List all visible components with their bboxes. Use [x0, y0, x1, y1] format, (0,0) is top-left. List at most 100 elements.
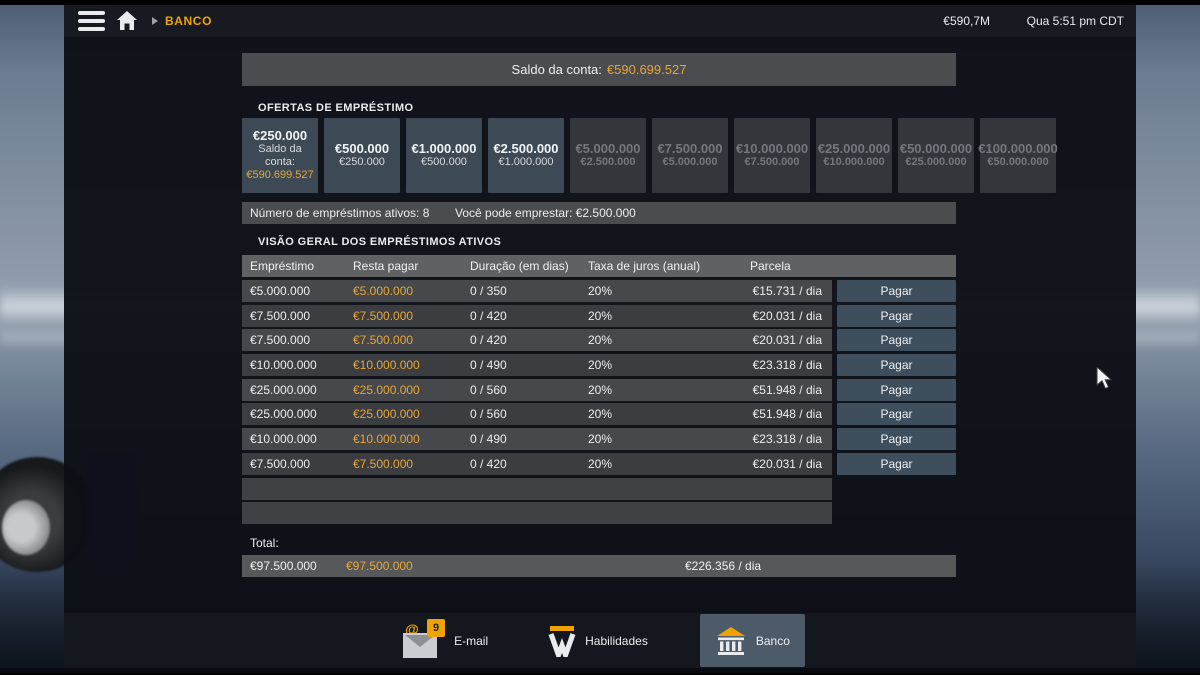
tile-loan-amount: €2.500.000 [493, 142, 558, 156]
loan-interest: 20% [588, 457, 612, 471]
home-icon[interactable] [116, 10, 138, 31]
loan-offer-tile: €100.000.000€50.000.000 [980, 118, 1056, 193]
loan-offer-tile[interactable]: €1.000.000€500.000 [406, 118, 482, 193]
loan-row: €25.000.000€25.000.0000 / 56020%€51.948 … [242, 379, 956, 401]
truck-wheel-hub [2, 500, 50, 555]
email-unread-badge: 9 [427, 619, 445, 637]
loan-offers-title: OFERTAS DE EMPRÉSTIMO [258, 102, 413, 114]
dock-item-bank[interactable]: Banco [700, 614, 805, 667]
loan-installment: €20.031 / dia [753, 457, 822, 471]
loan-remaining: €5.000.000 [353, 284, 413, 298]
loan-duration: 0 / 560 [470, 407, 507, 421]
pay-button[interactable]: Pagar [837, 403, 956, 425]
loan-row: €7.500.000€7.500.0000 / 42020%€20.031 / … [242, 305, 956, 327]
loan-row: €7.500.000€7.500.0000 / 42020%€20.031 / … [242, 329, 956, 351]
loan-interest: 20% [588, 284, 612, 298]
email-label: E-mail [454, 634, 488, 648]
pay-button[interactable]: Pagar [837, 280, 956, 302]
breadcrumb: BANCO [165, 14, 212, 28]
loan-installment: €51.948 / dia [753, 383, 822, 397]
mouse-cursor [1096, 367, 1118, 396]
loan-amount: €7.500.000 [250, 309, 310, 323]
loan-remaining: €7.500.000 [353, 457, 413, 471]
account-balance-value: €590.699.527 [607, 62, 687, 77]
pay-button[interactable]: Pagar [837, 305, 956, 327]
tile-down-payment: €2.500.000 [580, 156, 635, 169]
col-loan: Empréstimo [250, 259, 314, 273]
active-loans-title: VISÃO GERAL DOS EMPRÉSTIMOS ATIVOS [258, 236, 501, 248]
dock-item-skills[interactable]: Habilidades [540, 614, 656, 667]
account-balance-label: Saldo da conta: [512, 62, 602, 77]
tile-loan-amount: €50.000.000 [900, 142, 972, 156]
loan-amount: €5.000.000 [250, 284, 310, 298]
total-label: Total: [250, 536, 279, 550]
loans-table-header: Empréstimo Resta pagar Duração (em dias)… [242, 255, 956, 277]
col-interest: Taxa de juros (anual) [588, 259, 700, 273]
loan-interest: 20% [588, 333, 612, 347]
tile-down-payment: €10.000.000 [823, 156, 884, 169]
loan-remaining: €7.500.000 [353, 333, 413, 347]
tile-loan-amount: €7.500.000 [657, 142, 722, 156]
loan-remaining: €25.000.000 [353, 383, 420, 397]
loan-row: €7.500.000€7.500.0000 / 42020%€20.031 / … [242, 453, 956, 475]
tile-loan-amount: €5.000.000 [575, 142, 640, 156]
loans-total-row: €97.500.000 €97.500.000 €226.356 / dia [242, 555, 956, 577]
loan-row-data: €5.000.000€5.000.0000 / 35020%€15.731 / … [242, 280, 832, 302]
menu-icon[interactable] [78, 11, 105, 31]
loan-interest: 20% [588, 407, 612, 421]
loan-installment: €20.031 / dia [753, 309, 822, 323]
tile-down-payment: €25.000.000 [905, 156, 966, 169]
loan-offer-tile: €7.500.000€5.000.000 [652, 118, 728, 193]
loan-installment: €51.948 / dia [753, 407, 822, 421]
empty-loan-row-bar [242, 502, 832, 524]
tile-down-payment: €7.500.000 [744, 156, 799, 169]
tile-balance-label: Saldo da conta: [242, 143, 318, 169]
bank-panel: BANCO €590,7M Qua 5:51 pm CDT Saldo da c… [64, 5, 1136, 668]
loan-installment: €15.731 / dia [753, 284, 822, 298]
breadcrumb-arrow-icon [152, 17, 158, 25]
borrow-limit: Você pode emprestar: €2.500.000 [455, 206, 636, 220]
loan-offer-tile[interactable]: €2.500.000€1.000.000 [488, 118, 564, 193]
pay-button[interactable]: Pagar [837, 453, 956, 475]
bottom-dock: @ 9 E-mail Habilidades [64, 613, 1136, 668]
tile-down-payment: €500.000 [421, 156, 467, 169]
dock-item-email[interactable]: @ 9 E-mail [395, 614, 496, 667]
pay-button[interactable]: Pagar [837, 379, 956, 401]
loan-duration: 0 / 490 [470, 358, 507, 372]
col-duration: Duração (em dias) [470, 259, 569, 273]
tile-loan-amount: €10.000.000 [736, 142, 808, 156]
pay-button[interactable]: Pagar [837, 354, 956, 376]
tile-loan-amount: €250.000 [253, 129, 307, 143]
loan-duration: 0 / 420 [470, 333, 507, 347]
empty-loan-row [242, 502, 956, 524]
loan-interest: 20% [588, 383, 612, 397]
loans-table-rows: €5.000.000€5.000.0000 / 35020%€15.731 / … [242, 280, 956, 524]
account-balance-bar: Saldo da conta: €590.699.527 [242, 53, 956, 86]
loan-duration: 0 / 490 [470, 432, 507, 446]
tile-down-payment: €250.000 [339, 156, 385, 169]
skills-label: Habilidades [585, 634, 648, 648]
loan-row-data: €7.500.000€7.500.0000 / 42020%€20.031 / … [242, 453, 832, 475]
loan-offer-tile: €5.000.000€2.500.000 [570, 118, 646, 193]
loan-amount: €7.500.000 [250, 457, 310, 471]
active-loans-count: Número de empréstimos ativos: 8 [250, 206, 429, 220]
loan-row-data: €10.000.000€10.000.0000 / 49020%€23.318 … [242, 354, 832, 376]
topbar-balance: €590,7M [943, 14, 990, 28]
tile-balance-value: €590.699.527 [246, 169, 313, 182]
loan-row-data: €10.000.000€10.000.0000 / 49020%€23.318 … [242, 428, 832, 450]
loan-offer-tile[interactable]: €500.000€250.000 [324, 118, 400, 193]
empty-loan-row [242, 478, 956, 500]
pay-button[interactable]: Pagar [837, 329, 956, 351]
bank-label: Banco [756, 634, 790, 648]
loan-amount: €25.000.000 [250, 407, 317, 421]
tile-loan-amount: €25.000.000 [818, 142, 890, 156]
email-icon: @ 9 [403, 623, 445, 659]
loan-installment: €23.318 / dia [753, 358, 822, 372]
loan-row-data: €25.000.000€25.000.0000 / 56020%€51.948 … [242, 403, 832, 425]
loan-installment: €20.031 / dia [753, 333, 822, 347]
pay-button[interactable]: Pagar [837, 428, 956, 450]
loan-offer-tile[interactable]: €250.000Saldo da conta:€590.699.527 [242, 118, 318, 193]
total-installment: €226.356 / dia [685, 559, 761, 573]
loan-offer-tiles: €250.000Saldo da conta:€590.699.527€500.… [242, 118, 1056, 193]
loan-row: €5.000.000€5.000.0000 / 35020%€15.731 / … [242, 280, 956, 302]
